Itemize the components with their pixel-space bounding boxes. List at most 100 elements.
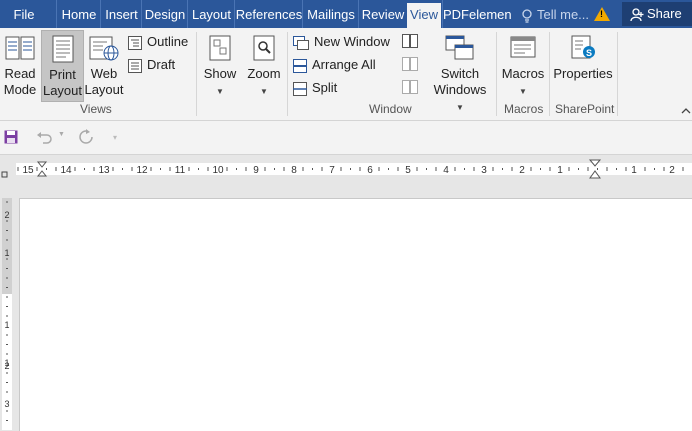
book-icon: [5, 36, 35, 60]
print-layout-label-2: Layout: [42, 83, 83, 98]
read-mode-button[interactable]: Read Mode: [0, 30, 40, 100]
ruler-label: 7: [329, 165, 335, 176]
arrange-all-icon: [293, 58, 307, 73]
tab-pdfelement[interactable]: PDFelemen: [442, 0, 512, 28]
split-button[interactable]: Split: [293, 78, 337, 98]
tab-layout[interactable]: Layout: [187, 0, 235, 28]
share-button[interactable]: Share: [622, 2, 692, 26]
ruler-label: 6: [367, 165, 373, 176]
ruler-label: 9: [253, 165, 259, 176]
tab-design[interactable]: Design: [141, 0, 188, 28]
tab-home[interactable]: Home: [56, 0, 101, 28]
reset-window-position-icon[interactable]: [402, 80, 418, 94]
switch-windows-label-2: Windows: [433, 82, 487, 97]
undo-icon[interactable]: [37, 130, 53, 144]
ruler-label: 2: [669, 165, 675, 176]
draft-button[interactable]: Draft: [128, 55, 175, 75]
chevron-down-icon: ▼: [260, 87, 268, 96]
collapse-ribbon-icon[interactable]: [681, 107, 691, 115]
ruler-label: 13: [98, 165, 110, 176]
svg-text:S: S: [586, 48, 592, 58]
properties-label: Properties: [553, 66, 613, 81]
arrange-all-label: Arrange All: [312, 57, 376, 72]
view-side-by-side-icon[interactable]: [402, 34, 418, 48]
tab-view[interactable]: View: [407, 3, 441, 28]
properties-button[interactable]: S Properties: [553, 30, 613, 100]
macros-label: Macros: [501, 66, 545, 81]
ruler-label: 10: [212, 165, 224, 176]
ruler-label: 11: [175, 165, 186, 176]
read-mode-label-2: Mode: [3, 82, 37, 97]
ruler-label: 1: [631, 165, 637, 176]
window-group-label: Window: [369, 102, 412, 116]
macros-button[interactable]: Macros ▼: [500, 30, 546, 100]
tell-me-text: Tell me...: [537, 7, 590, 22]
ruler-label: 14: [60, 165, 72, 176]
show-label: Show: [203, 66, 237, 81]
warning-exclamation: !: [600, 9, 603, 19]
ruler-label: 5: [405, 165, 411, 176]
web-layout-label-1: Web: [90, 66, 118, 81]
lightbulb-icon: [522, 8, 532, 23]
quick-access-toolbar: ▼ ▾: [0, 121, 692, 155]
switch-windows-button[interactable]: Switch Windows ▼: [428, 30, 492, 112]
ruler-label: 8: [291, 165, 297, 176]
new-window-label: New Window: [314, 34, 390, 49]
print-layout-button[interactable]: Print Layout: [41, 30, 84, 102]
chevron-down-icon: ▼: [519, 87, 527, 96]
ruler-label: 2: [4, 210, 9, 220]
new-window-button[interactable]: New Window: [293, 32, 390, 52]
switch-windows-icon: [445, 35, 474, 60]
split-label: Split: [312, 80, 338, 95]
tell-me-box[interactable]: Tell me...: [521, 0, 589, 28]
chevron-down-icon: ▼: [216, 87, 224, 96]
ruler-label: 15: [22, 165, 34, 176]
ruler-label: 1: [4, 248, 9, 258]
new-window-icon: [293, 35, 309, 50]
tab-mailings[interactable]: Mailings: [302, 0, 359, 28]
ribbon-view: Read Mode Print Layout Web Layout Outlin…: [0, 28, 692, 121]
customize-qat-icon[interactable]: ▾: [113, 133, 117, 142]
horizontal-ruler[interactable]: 15 14 13 12 11 10 9 8 7 6 5 4 3 2 1 1 2: [0, 158, 692, 180]
web-layout-label-2: Layout: [84, 82, 124, 97]
web-layout-button[interactable]: Web Layout: [84, 30, 124, 100]
tab-insert[interactable]: Insert: [100, 0, 142, 28]
ruler-label: 4: [443, 165, 449, 176]
print-layout-label-1: Print: [49, 67, 76, 82]
ruler-label: 2: [4, 361, 9, 371]
ruler-label: 2: [519, 165, 525, 176]
group-divider: [196, 32, 197, 116]
share-label: Share: [647, 6, 682, 21]
outline-icon: [128, 35, 142, 50]
zoom-button[interactable]: Zoom ▼: [244, 30, 284, 100]
synchronous-scrolling-icon[interactable]: [402, 57, 418, 71]
show-button[interactable]: Show ▼: [200, 30, 240, 100]
ruler-label: 3: [4, 399, 9, 409]
tab-file[interactable]: File: [0, 0, 48, 28]
group-divider: [287, 32, 288, 116]
web-layout-icon: [89, 36, 119, 61]
group-divider: [496, 32, 497, 116]
tab-review[interactable]: Review: [358, 0, 407, 28]
draft-label: Draft: [147, 57, 176, 72]
magnifier-icon: [253, 35, 275, 61]
ribbon-tab-bar: File Home Insert Design Layout Reference…: [0, 0, 692, 28]
views-group-label: Views: [80, 102, 112, 116]
outline-button[interactable]: Outline: [128, 32, 188, 52]
read-mode-label-1: Read: [4, 66, 36, 81]
undo-dropdown-icon[interactable]: ▼: [58, 131, 65, 138]
macros-group-label: Macros: [504, 102, 544, 116]
save-icon[interactable]: [4, 130, 18, 144]
redo-icon[interactable]: [79, 129, 93, 145]
person-icon: [630, 7, 644, 21]
tab-references[interactable]: References: [234, 0, 303, 28]
zoom-label: Zoom: [247, 66, 281, 81]
draft-icon: [128, 58, 142, 73]
macros-icon: [510, 36, 536, 58]
vertical-ruler[interactable]: 211123: [0, 198, 14, 430]
ruler-label: 1: [557, 165, 563, 176]
outline-label: Outline: [147, 34, 189, 49]
arrange-all-button[interactable]: Arrange All: [293, 55, 376, 75]
document-page[interactable]: [19, 198, 692, 431]
sharepoint-properties-icon: S: [571, 35, 595, 59]
